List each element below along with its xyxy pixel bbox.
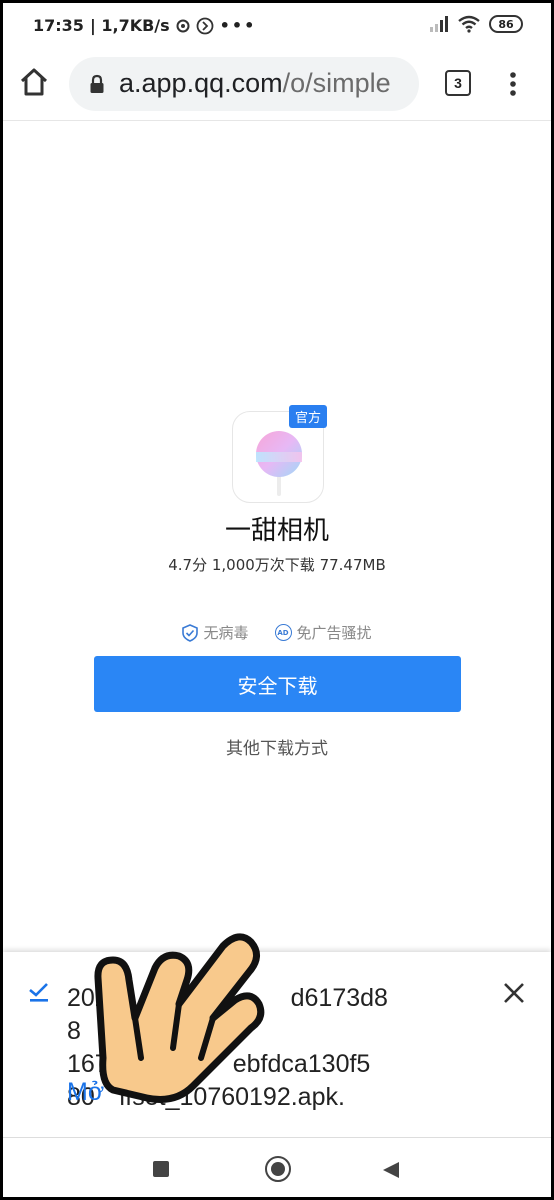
pointing-hand-icon: [94, 933, 265, 1103]
url-path: /o/simple: [282, 68, 391, 98]
navigation-icon: [196, 17, 214, 34]
battery-icon: 86: [489, 15, 523, 33]
home-icon[interactable]: [17, 65, 51, 99]
cellular-signal-icon: [430, 16, 448, 32]
app-meta: 4.7分 1,000万次下载 77.47MB: [168, 556, 386, 574]
status-bar: 17:35 | 1,7KB/s ••• 86: [3, 3, 551, 49]
tab-switcher-button[interactable]: 3: [445, 70, 471, 96]
network-speed: | 1,7KB/s: [89, 16, 170, 35]
other-download-methods-link[interactable]: 其他下载方式: [3, 734, 551, 759]
close-icon[interactable]: [501, 980, 527, 1006]
status-time: 17:35: [33, 16, 84, 35]
system-navigation-bar: [3, 1138, 551, 1197]
url-text: a.app.qq.com/o/simple: [119, 68, 391, 99]
feature-no-ads: AD 免广告骚扰: [274, 622, 372, 643]
ad-icon: AD: [274, 624, 292, 641]
feature-label: 免广告骚扰: [296, 624, 372, 642]
lock-icon: [90, 74, 104, 93]
recents-button[interactable]: [153, 1161, 169, 1177]
more-vert-icon[interactable]: [503, 69, 523, 99]
download-done-icon: [29, 983, 48, 1002]
home-button[interactable]: [265, 1156, 291, 1182]
url-bar[interactable]: a.app.qq.com/o/simple: [69, 57, 419, 111]
feature-tags: 无病毒 AD 免广告骚扰: [3, 622, 551, 643]
web-page: 官方 一甜相机 4.7分 1,000万次下载 77.47MB 无病毒 AD 免广…: [3, 122, 551, 952]
safe-download-button[interactable]: 安全下载: [94, 656, 461, 712]
wifi-icon: [458, 15, 480, 33]
sync-icon: [176, 19, 190, 32]
official-badge: 官方: [289, 405, 328, 428]
browser-toolbar: a.app.qq.com/o/simple 3: [3, 49, 551, 121]
phone-screen: 17:35 | 1,7KB/s ••• 86 a.app.qq.com/o/si…: [0, 0, 554, 1200]
feature-no-virus: 无病毒: [182, 622, 249, 643]
shield-check-icon: [182, 623, 199, 642]
feature-label: 无病毒: [203, 624, 249, 642]
more-notifications-icon: •••: [219, 16, 257, 35]
back-button[interactable]: [381, 1160, 401, 1180]
app-name: 一甜相机: [224, 516, 329, 546]
url-domain: a.app.qq.com: [119, 68, 283, 98]
